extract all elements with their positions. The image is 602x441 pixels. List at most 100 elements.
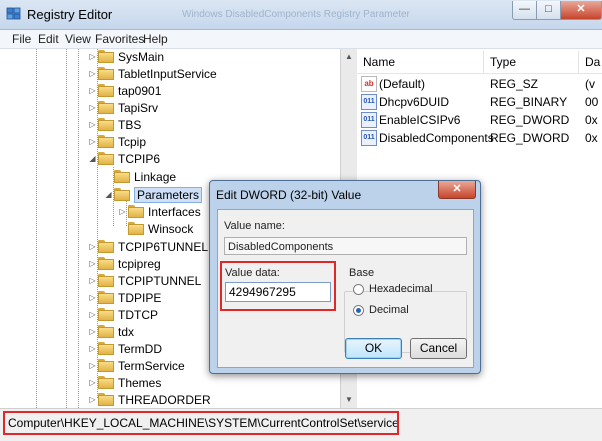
expand-arrow-icon[interactable]: ▷ bbox=[88, 259, 97, 268]
tree-node-label[interactable]: SysMain bbox=[118, 50, 164, 64]
expand-arrow-icon[interactable]: ▷ bbox=[88, 327, 97, 336]
list-item[interactable]: 011 DisabledComponents REG_DWORD 0x bbox=[357, 129, 602, 147]
tree-node-label[interactable]: TBS bbox=[118, 118, 141, 132]
value-data: 0x bbox=[585, 131, 598, 145]
collapse-arrow-icon[interactable]: ◢ bbox=[88, 154, 97, 163]
tree-node-label[interactable]: TDTCP bbox=[118, 308, 158, 322]
tree-node-label[interactable]: Linkage bbox=[134, 170, 176, 184]
title-bar: Registry Editor Windows DisabledComponen… bbox=[0, 0, 602, 30]
tree-node-label[interactable]: Interfaces bbox=[148, 205, 201, 219]
value-name: (Default) bbox=[379, 77, 426, 91]
value-name: Dhcpv6DUID bbox=[379, 95, 450, 109]
tree-node-label[interactable]: Winsock bbox=[148, 222, 193, 236]
menu-view[interactable]: View bbox=[65, 32, 91, 46]
tree-guide-line bbox=[78, 49, 79, 408]
value-data-input[interactable]: 4294967295 bbox=[225, 282, 331, 302]
tree-guide-line bbox=[36, 49, 37, 408]
menu-bar: File Edit View Favorites Help bbox=[0, 30, 602, 49]
expand-arrow-icon[interactable]: ▷ bbox=[88, 120, 97, 129]
status-bar: Computer\HKEY_LOCAL_MACHINE\SYSTEM\Curre… bbox=[0, 408, 602, 441]
window-title: Registry Editor bbox=[27, 7, 113, 22]
folder-icon bbox=[98, 274, 114, 287]
tree-node-label[interactable]: tap0901 bbox=[118, 84, 161, 98]
key-path: Computer\HKEY_LOCAL_MACHINE\SYSTEM\Curre… bbox=[3, 411, 399, 435]
binary-value-icon: 011 bbox=[361, 112, 377, 128]
tree-node-label[interactable]: tcpipreg bbox=[118, 257, 161, 271]
scroll-up-icon[interactable]: ▲ bbox=[341, 49, 357, 65]
maximize-button[interactable]: □ bbox=[536, 1, 561, 20]
expand-arrow-icon[interactable]: ▷ bbox=[88, 293, 97, 302]
expand-arrow-icon[interactable]: ▷ bbox=[88, 137, 97, 146]
tree-node-label[interactable]: Parameters bbox=[134, 187, 203, 203]
folder-icon bbox=[98, 67, 114, 80]
tree-node-label[interactable]: TCPIP6TUNNEL bbox=[118, 240, 208, 254]
expand-arrow-icon[interactable]: ▷ bbox=[88, 344, 97, 353]
column-header-data[interactable]: Da bbox=[585, 51, 602, 73]
tree-node-label[interactable]: TermDD bbox=[118, 342, 162, 356]
expand-arrow-icon[interactable]: ▷ bbox=[88, 276, 97, 285]
scroll-down-icon[interactable]: ▼ bbox=[341, 392, 357, 408]
tree-node-label[interactable]: TermService bbox=[118, 359, 185, 373]
ok-button[interactable]: OK bbox=[345, 338, 402, 359]
tree-node-label[interactable]: Themes bbox=[118, 376, 161, 390]
menu-edit[interactable]: Edit bbox=[38, 32, 59, 46]
base-label: Base bbox=[349, 267, 375, 279]
collapse-arrow-icon[interactable]: ◢ bbox=[104, 190, 113, 199]
folder-icon bbox=[128, 205, 144, 218]
expand-arrow-icon[interactable]: ▷ bbox=[88, 361, 97, 370]
value-type: REG_SZ bbox=[490, 77, 539, 91]
expand-arrow-icon[interactable]: ▷ bbox=[88, 69, 97, 78]
tree-node-label[interactable]: tdx bbox=[118, 325, 134, 339]
column-header-name[interactable]: Name bbox=[363, 51, 484, 73]
folder-icon bbox=[98, 308, 114, 321]
minimize-button[interactable]: — bbox=[512, 1, 537, 20]
string-value-icon: ab bbox=[361, 76, 377, 92]
expand-arrow-icon[interactable]: ▷ bbox=[88, 52, 97, 61]
folder-icon bbox=[98, 393, 114, 406]
list-item[interactable]: 011 Dhcpv6DUID REG_BINARY 00 bbox=[357, 93, 602, 111]
expand-arrow-icon[interactable]: ▷ bbox=[88, 86, 97, 95]
folder-icon bbox=[98, 325, 114, 338]
tree-node-label[interactable]: TCPIP6 bbox=[118, 152, 160, 166]
decimal-radio[interactable] bbox=[353, 305, 364, 316]
cancel-button[interactable]: Cancel bbox=[410, 338, 467, 359]
folder-icon bbox=[114, 188, 130, 201]
folder-icon bbox=[98, 84, 114, 97]
folder-icon bbox=[98, 240, 114, 253]
edit-dword-dialog: Edit DWORD (32-bit) Value ✕ Value name: … bbox=[209, 180, 481, 374]
expand-arrow-icon[interactable]: ▷ bbox=[88, 310, 97, 319]
dialog-title: Edit DWORD (32-bit) Value bbox=[216, 188, 362, 202]
tree-node-label[interactable]: TabletInputService bbox=[118, 67, 217, 81]
list-item[interactable]: 011 EnableICSIPv6 REG_DWORD 0x bbox=[357, 111, 602, 129]
expand-arrow-icon[interactable]: ▷ bbox=[88, 378, 97, 387]
tree-node-label[interactable]: THREADORDER bbox=[118, 393, 211, 407]
folder-icon bbox=[98, 359, 114, 372]
binary-value-icon: 011 bbox=[361, 130, 377, 146]
close-button[interactable]: ✕ bbox=[560, 1, 602, 20]
folder-icon bbox=[114, 170, 130, 183]
folder-icon bbox=[98, 291, 114, 304]
menu-favorites[interactable]: Favorites bbox=[95, 32, 144, 46]
background-window-title: Windows DisabledComponents Registry Para… bbox=[182, 9, 410, 20]
expand-arrow-icon[interactable]: ▷ bbox=[118, 207, 127, 216]
decimal-label[interactable]: Decimal bbox=[369, 304, 409, 316]
expand-arrow-icon[interactable]: ▷ bbox=[88, 395, 97, 404]
column-header-type[interactable]: Type bbox=[490, 51, 579, 73]
hexadecimal-label[interactable]: Hexadecimal bbox=[369, 283, 433, 295]
hexadecimal-radio[interactable] bbox=[353, 284, 364, 295]
tree-node-label[interactable]: Tcpip bbox=[118, 135, 146, 149]
dialog-close-button[interactable]: ✕ bbox=[438, 181, 476, 199]
tree-node-label[interactable]: TDPIPE bbox=[118, 291, 161, 305]
tree-node-label[interactable]: TapiSrv bbox=[118, 101, 158, 115]
list-item[interactable]: ab (Default) REG_SZ (v bbox=[357, 75, 602, 93]
expand-arrow-icon[interactable]: ▷ bbox=[88, 103, 97, 112]
tree-node-label[interactable]: TCPIPTUNNEL bbox=[118, 274, 201, 288]
menu-help[interactable]: Help bbox=[143, 32, 168, 46]
value-type: REG_BINARY bbox=[490, 95, 568, 109]
folder-icon bbox=[98, 135, 114, 148]
folder-icon bbox=[98, 118, 114, 131]
menu-file[interactable]: File bbox=[12, 32, 31, 46]
dialog-body: Value name: DisabledComponents Value dat… bbox=[217, 209, 474, 368]
folder-icon bbox=[98, 342, 114, 355]
expand-arrow-icon[interactable]: ▷ bbox=[88, 242, 97, 251]
